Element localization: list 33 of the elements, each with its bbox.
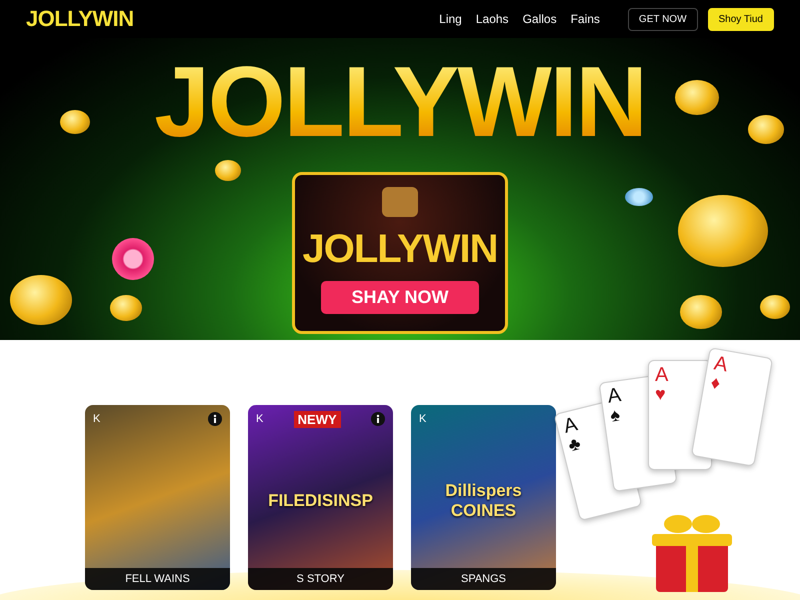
game-card[interactable]: K Dillispers COINES SPANGS <box>411 405 556 590</box>
coin <box>215 160 241 181</box>
nav-button[interactable]: GET NOW <box>628 8 698 30</box>
game-card[interactable]: K NEWY FILEDISINSP S STORY <box>248 405 393 590</box>
nav-link[interactable]: Gallos <box>522 12 557 26</box>
nav-link[interactable]: Laohs <box>476 12 509 26</box>
card-corner-label: K <box>419 413 426 425</box>
play-button[interactable]: SHAY NOW <box>321 281 479 314</box>
coin <box>680 295 722 329</box>
promo-title: JOLLYWIN <box>302 229 498 269</box>
game-art-title: Dillispers COINES <box>444 480 523 520</box>
crest-icon <box>382 187 418 217</box>
coin <box>675 80 719 116</box>
game-caption: S STORY <box>248 568 393 590</box>
card-corner-label: K <box>256 413 264 425</box>
poker-chip <box>625 188 653 206</box>
coin <box>748 115 784 144</box>
card-corner-label: K <box>93 413 100 425</box>
new-badge: NEWY <box>294 410 341 428</box>
poker-chip <box>112 238 154 280</box>
coin <box>110 295 142 321</box>
game-art-title: FILEDISINSP <box>267 490 374 510</box>
nav-link[interactable]: Fains <box>570 12 600 26</box>
game-caption: SPANGS <box>411 568 556 590</box>
game-caption: FELL WAINS <box>85 568 230 590</box>
coin <box>760 295 790 319</box>
site-logo[interactable]: JOLLYWIN <box>26 6 134 32</box>
nav-button[interactable]: Shoy Tiud <box>708 8 774 30</box>
game-card[interactable]: K FELL WAINS <box>85 405 230 590</box>
info-icon[interactable] <box>371 412 385 426</box>
info-icon[interactable] <box>208 412 222 426</box>
nav-link[interactable]: Ling <box>439 12 462 26</box>
coin <box>60 110 90 134</box>
